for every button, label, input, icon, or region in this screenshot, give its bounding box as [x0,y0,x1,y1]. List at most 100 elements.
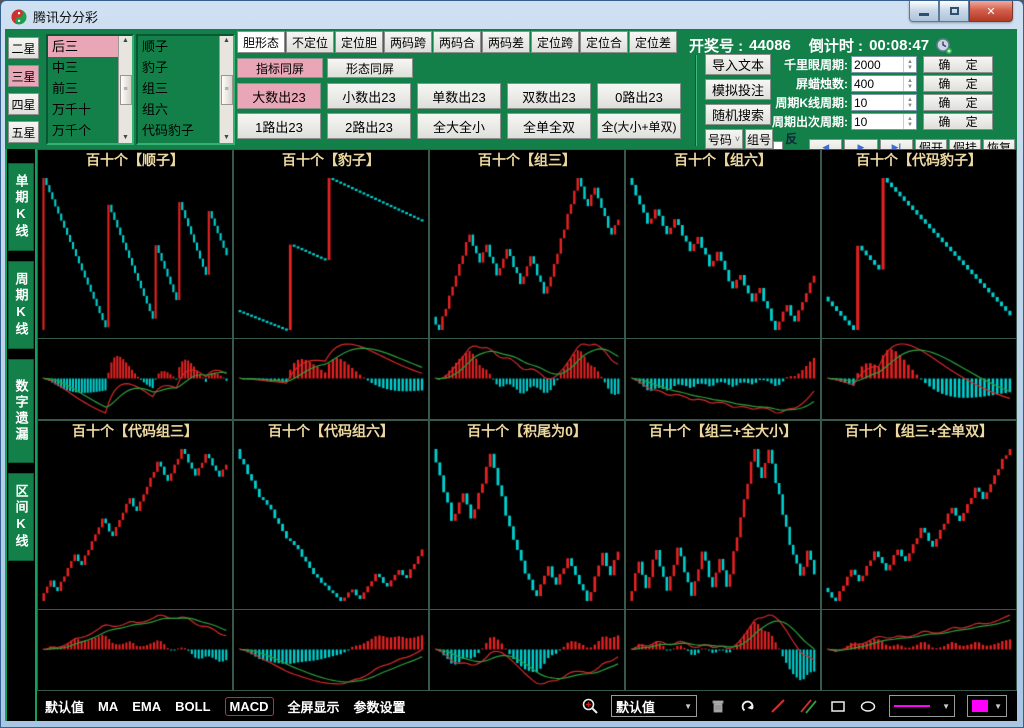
filter-button[interactable]: 全大全小 [417,113,501,139]
ellipse-tool-icon[interactable] [859,697,877,715]
confirm-button[interactable]: 确 定 [923,113,993,130]
list-item[interactable]: 万千个 [48,120,118,141]
macd-canvas[interactable] [626,338,820,418]
kline-canvas[interactable] [626,441,820,609]
mode-tab-9[interactable]: 定位差 [629,31,677,53]
spinner-arrows-icon[interactable]: ▲▼ [903,95,916,110]
sync-button-2[interactable]: 形态同屏 [327,58,413,78]
indicator-item-macd[interactable]: MACD [225,697,274,716]
pattern-listbox[interactable]: 顺子豹子组三组六代码豹子▲≡▼ [136,34,235,145]
list-item[interactable]: 前三 [48,78,118,99]
chart-panel[interactable]: 百十个【代码组三】 [37,420,233,691]
filter-button[interactable]: 0路出23 [597,83,681,109]
star-tab-1[interactable]: 二星 [8,37,39,59]
kline-canvas[interactable] [38,441,232,609]
spinner-arrows-icon[interactable]: ▲▼ [903,76,916,91]
indicator-item-[interactable]: 参数设置 [354,697,406,716]
setting-input[interactable] [852,95,903,110]
mode-tab-5[interactable]: 两码合 [433,31,481,53]
minimize-button[interactable] [909,1,939,22]
list-item[interactable]: 顺子 [138,36,219,57]
indicator-item-ma[interactable]: MA [98,699,118,714]
confirm-button[interactable]: 确 定 [923,75,993,92]
chart-panel[interactable]: 百十个【代码组六】 [233,420,429,691]
macd-canvas[interactable] [626,609,820,689]
setting-spinner[interactable]: ▲▼ [851,56,917,73]
position-list-scrollbar[interactable]: ▲ ≡ ▼ [118,36,132,143]
chart-panel[interactable]: 百十个【组六】 [625,149,821,420]
mode-tab-8[interactable]: 定位合 [580,31,628,53]
star-tab-2[interactable]: 三星 [8,65,39,87]
scroll-down-icon[interactable]: ▼ [122,134,129,142]
chart-panel[interactable]: 百十个【代码豹子】 [821,149,1017,420]
macd-canvas[interactable] [430,609,624,689]
indicator-item-[interactable]: 默认值 [45,697,84,716]
maximize-button[interactable] [939,1,969,22]
filter-button[interactable]: 大数出23 [237,83,321,109]
setting-spinner[interactable]: ▲▼ [851,94,917,111]
kline-canvas[interactable] [234,441,428,609]
chart-panel[interactable]: 百十个【积尾为0】 [429,420,625,691]
rectangle-tool-icon[interactable] [829,697,847,715]
mode-tab-2[interactable]: 不定位 [286,31,334,53]
filter-button[interactable]: 2路出23 [327,113,411,139]
sidebar-tab-single-kline[interactable]: 单期K线 [8,163,34,251]
chart-panel[interactable]: 百十个【组三+全大小】 [625,420,821,691]
list-item[interactable]: 组三 [138,78,219,99]
macd-canvas[interactable] [822,338,1016,418]
scroll-down-icon[interactable]: ▼ [223,134,230,142]
chart-panel[interactable]: 百十个【豹子】 [233,149,429,420]
kline-canvas[interactable] [626,170,820,338]
zoom-icon[interactable] [581,697,599,715]
preset-dropdown[interactable]: 默认值 ▼ [611,695,697,717]
undo-icon[interactable] [739,697,757,715]
setting-input[interactable] [852,76,903,91]
kline-canvas[interactable] [822,170,1016,338]
scroll-thumb[interactable]: ≡ [120,75,132,105]
mode-tab-7[interactable]: 定位跨 [531,31,579,53]
sync-button-1[interactable]: 指标同屏 [237,58,323,78]
chart-panel[interactable]: 百十个【组三】 [429,149,625,420]
macd-canvas[interactable] [430,338,624,418]
line-color-dropdown[interactable]: ▼ [967,695,1007,717]
mode-tab-1[interactable]: 胆形态 [237,31,285,53]
confirm-button[interactable]: 确 定 [923,94,993,111]
filter-button[interactable]: 1路出23 [237,113,321,139]
kline-canvas[interactable] [822,441,1016,609]
macd-canvas[interactable] [822,609,1016,689]
pattern-list-scrollbar[interactable]: ▲ ≡ ▼ [219,36,233,143]
line-style-dropdown[interactable]: ▼ [889,695,955,717]
filter-button[interactable]: 单数出23 [417,83,501,109]
kline-canvas[interactable] [430,441,624,609]
confirm-button[interactable]: 确 定 [923,56,993,73]
macd-canvas[interactable] [38,338,232,418]
scroll-thumb[interactable]: ≡ [221,75,233,105]
indicator-item-[interactable]: 全屏显示 [288,697,340,716]
kline-canvas[interactable] [430,170,624,338]
close-button[interactable]: ✕ [969,1,1013,22]
mode-tab-3[interactable]: 定位胆 [335,31,383,53]
setting-spinner[interactable]: ▲▼ [851,113,917,130]
chart-panel[interactable]: 百十个【组三+全单双】 [821,420,1017,691]
kline-canvas[interactable] [234,170,428,338]
filter-button[interactable]: 小数出23 [327,83,411,109]
list-item[interactable]: 万千十 [48,99,118,120]
indicator-item-ema[interactable]: EMA [132,699,161,714]
mode-tab-6[interactable]: 两码差 [482,31,530,53]
mode-tab-4[interactable]: 两码跨 [384,31,432,53]
macd-canvas[interactable] [38,609,232,689]
sidebar-tab-number-omit[interactable]: 数字遗漏 [8,359,34,463]
sidebar-tab-period-kline[interactable]: 周期K线 [8,261,34,349]
setting-spinner[interactable]: ▲▼ [851,75,917,92]
chart-panel[interactable]: 百十个【顺子】 [37,149,233,420]
setting-input[interactable] [852,57,903,72]
sidebar-tab-range-kline[interactable]: 区间K线 [8,473,34,561]
scroll-up-icon[interactable]: ▲ [223,37,230,45]
spinner-arrows-icon[interactable]: ▲▼ [903,114,916,129]
indicator-item-boll[interactable]: BOLL [175,699,210,714]
list-item[interactable]: 代码豹子 [138,120,219,141]
position-listbox[interactable]: 后三中三前三万千十万千个▲≡▼ [46,34,134,145]
scroll-up-icon[interactable]: ▲ [122,37,129,45]
list-item[interactable]: 中三 [48,57,118,78]
star-tab-3[interactable]: 四星 [8,93,39,115]
